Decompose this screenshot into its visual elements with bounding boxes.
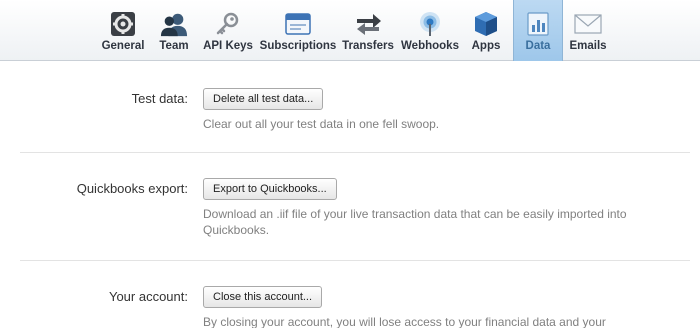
tab-apps[interactable]: Apps bbox=[468, 0, 504, 61]
tab-emails[interactable]: Emails bbox=[568, 0, 608, 61]
tab-subscriptions[interactable]: Subscriptions bbox=[260, 0, 336, 61]
tab-label: Transfers bbox=[342, 40, 394, 52]
quickbooks-export-label: Quickbooks export: bbox=[76, 181, 188, 196]
tab-label: API Keys bbox=[203, 40, 253, 52]
close-account-button[interactable]: Close this account... bbox=[203, 286, 323, 308]
transfers-arrows-icon bbox=[354, 11, 382, 37]
tab-label: Subscriptions bbox=[259, 40, 337, 52]
email-envelope-icon bbox=[574, 11, 602, 37]
data-chart-icon bbox=[524, 11, 552, 37]
team-people-icon bbox=[160, 11, 188, 37]
tab-webhooks[interactable]: Webhooks bbox=[401, 0, 459, 61]
account-label: Your account: bbox=[108, 289, 188, 304]
test-data-label: Test data: bbox=[131, 91, 188, 106]
quickbooks-description: Download an .iif file of your live trans… bbox=[203, 207, 627, 237]
webhooks-broadcast-icon bbox=[416, 11, 444, 37]
tab-api-keys[interactable]: API Keys bbox=[203, 0, 253, 61]
key-icon bbox=[214, 11, 242, 37]
tab-transfers[interactable]: Transfers bbox=[342, 0, 394, 61]
tab-label: Team bbox=[159, 40, 189, 52]
account-description: By closing your account, you will lose a… bbox=[203, 315, 606, 328]
export-quickbooks-button[interactable]: Export to Quickbooks... bbox=[203, 178, 337, 200]
settings-toolbar: General Team API Keys Subscriptions Tran… bbox=[0, 0, 700, 61]
tab-data[interactable]: Data bbox=[513, 0, 563, 61]
tab-label: General bbox=[101, 40, 145, 52]
tab-label: Webhooks bbox=[401, 40, 459, 52]
tab-label: Apps bbox=[471, 40, 501, 52]
delete-test-data-button[interactable]: Delete all test data... bbox=[203, 88, 324, 110]
tab-general[interactable]: General bbox=[101, 0, 145, 61]
apps-cube-icon bbox=[472, 11, 500, 37]
section-divider bbox=[20, 260, 690, 261]
tab-team[interactable]: Team bbox=[154, 0, 194, 61]
subscriptions-window-icon bbox=[284, 11, 312, 37]
section-divider bbox=[20, 152, 690, 153]
general-gear-icon bbox=[109, 11, 137, 37]
tab-label: Emails bbox=[569, 40, 607, 52]
test-data-description: Clear out all your test data in one fell… bbox=[203, 117, 440, 131]
tab-label: Data bbox=[525, 40, 551, 52]
